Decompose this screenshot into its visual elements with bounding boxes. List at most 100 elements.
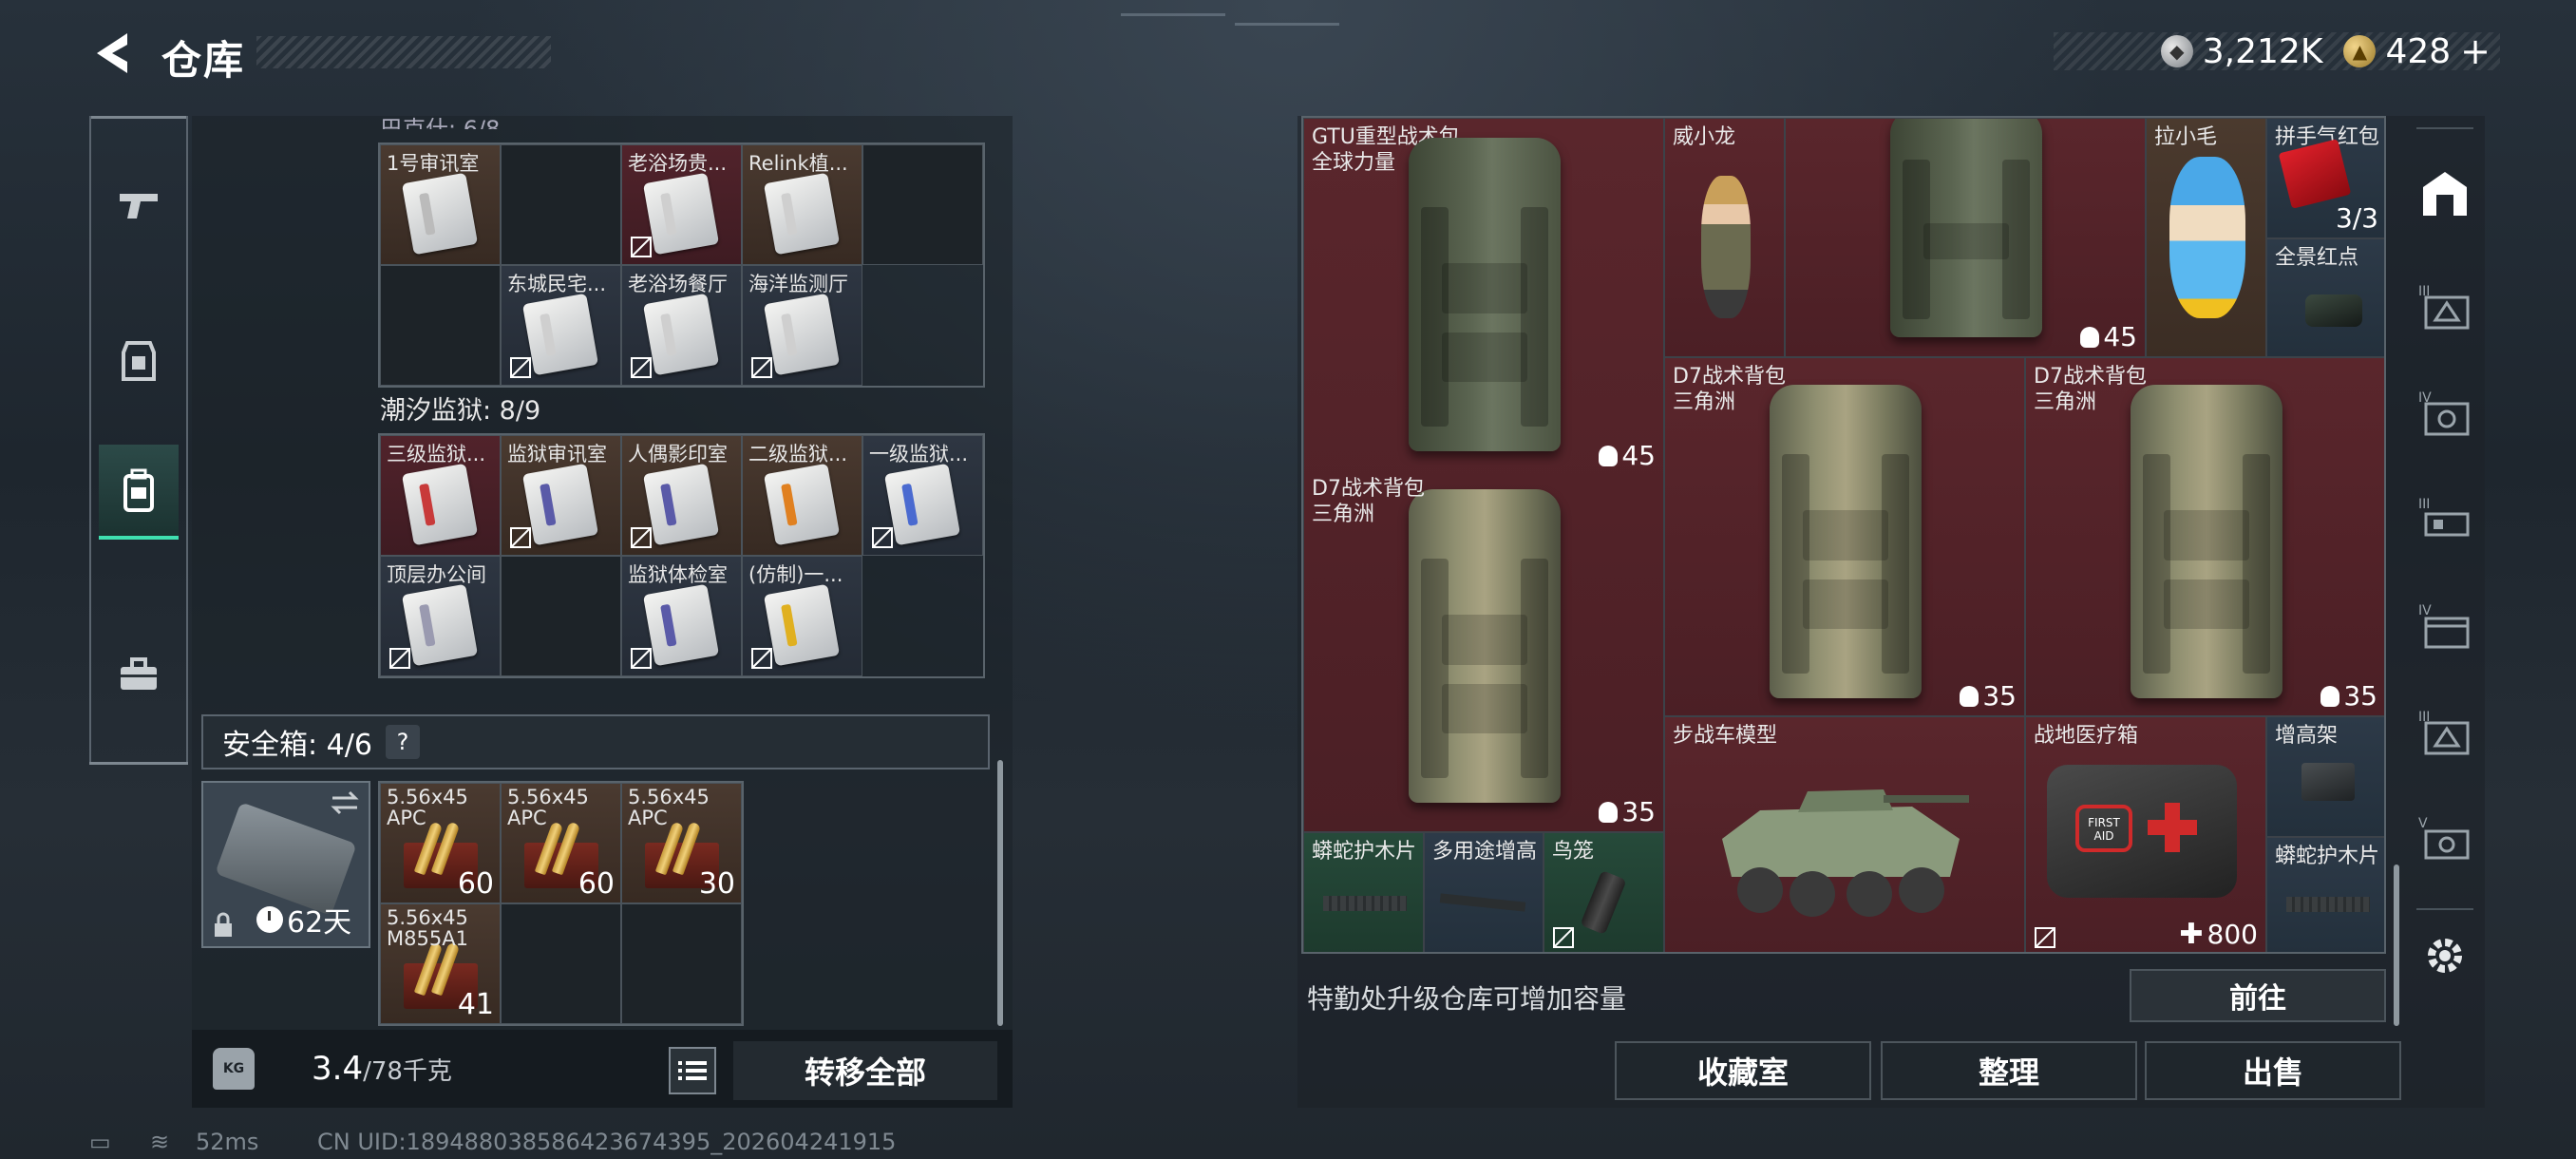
key-card-name: 1号审讯室: [387, 152, 480, 175]
weight-value: 3.4: [312, 1050, 364, 1088]
item-qty: 35: [2320, 680, 2377, 712]
nav-armor-tab[interactable]: [99, 314, 179, 408]
item-d7-backpack[interactable]: D7战术背包 三角洲 35: [2025, 357, 2384, 716]
handguard-icon: [1323, 896, 1407, 911]
stash-tab-main[interactable]: [2407, 156, 2483, 232]
item-doll-laxiaomao[interactable]: 拉小毛: [2146, 118, 2266, 357]
ammo-slot[interactable]: 5.56x45 APC 30: [621, 783, 742, 903]
item-qty: ✚ 800: [2179, 918, 2258, 951]
goto-button[interactable]: 前往: [2130, 969, 2386, 1022]
help-button[interactable]: ?: [385, 725, 420, 759]
key-card-slot[interactable]: (仿制)一...: [742, 556, 862, 676]
battery-icon: ▭: [89, 1129, 111, 1155]
ammo-name: 5.56x45 APC: [628, 787, 710, 828]
nav-backpack-tab[interactable]: [99, 445, 179, 540]
item-python-handguard[interactable]: 蟒蛇护木片: [2266, 837, 2384, 952]
silver-currency[interactable]: ◆ 3,212K: [2160, 32, 2322, 71]
key-card-slot[interactable]: 老浴场贵...: [621, 144, 742, 265]
safe-box-container[interactable]: 62天: [201, 781, 370, 948]
key-card-name: 老浴场餐厅: [628, 273, 728, 295]
item-name: 多用途增高: [1432, 840, 1538, 864]
key-card-slot[interactable]: 一级监狱...: [862, 435, 983, 556]
settings-button[interactable]: [2407, 918, 2483, 994]
item-gtu-backpack-2[interactable]: 45: [1785, 118, 2146, 357]
sell-button[interactable]: 出售: [2145, 1041, 2401, 1100]
item-gtu-backpack[interactable]: GTU重型战术包 全球力量 45 D7战术背包 三角洲 35: [1303, 118, 1664, 832]
d7-backpack-icon: [2131, 385, 2282, 698]
prison-key-grid: 三级监狱... 监狱审讯室 人偶影印室 二级监狱... 一级监狱... 顶层办公间 监狱体检…: [378, 433, 985, 678]
stash-tab-iv-b[interactable]: IV: [2407, 589, 2483, 665]
key-card-name: Relink植...: [748, 152, 848, 175]
back-button[interactable]: [87, 27, 135, 80]
item-multi-riser[interactable]: 多用途增高: [1424, 832, 1544, 952]
uid-readout: CN UID:189488038586423674395_20260424191…: [317, 1129, 897, 1155]
ammo-slot[interactable]: 5.56x45 APC 60: [501, 783, 621, 903]
key-card-slot[interactable]: 海洋监测厅: [742, 265, 862, 386]
stash-tab-iii-b[interactable]: III: [2407, 483, 2483, 559]
key-card-icon: [763, 293, 841, 376]
safe-box-label: 安全箱: 4/6: [222, 729, 372, 762]
stash-tab-v[interactable]: V: [2407, 802, 2483, 878]
item-red-packet[interactable]: 拼手气红包 3/3: [2266, 118, 2384, 238]
page-title: 仓库: [161, 37, 246, 84]
key-card-slot[interactable]: 老浴场餐厅: [621, 265, 742, 386]
item-name: 全景红点: [2275, 246, 2359, 270]
ammo-slot[interactable]: 5.56x45 APC 60: [380, 783, 501, 903]
key-card-slot[interactable]: 二级监狱...: [742, 435, 862, 556]
key-card-slot[interactable]: 东城民宅...: [501, 265, 621, 386]
item-field-medkit[interactable]: 战地医疗箱 FIRST AID ✚ 800: [2025, 716, 2266, 952]
item-ifv-model[interactable]: 步战车模型: [1664, 716, 2025, 952]
key-card-slot[interactable]: 顶层办公间: [380, 556, 501, 676]
key-card-slot[interactable]: 1号审讯室: [380, 144, 501, 265]
key-card-slot[interactable]: 监狱审讯室: [501, 435, 621, 556]
gold-currency[interactable]: ▲ 428 +: [2343, 30, 2491, 72]
swap-icon[interactable]: [329, 788, 361, 817]
left-scrollbar[interactable]: [997, 760, 1003, 1026]
stash-tabs: III IV III IV III V: [2407, 127, 2483, 1058]
item-doll-weixiaolong[interactable]: 威小龙: [1664, 118, 1785, 357]
ammo-slot[interactable]: 5.56x45 M855A1 41: [380, 903, 501, 1024]
stash-tab-iv[interactable]: IV: [2407, 376, 2483, 452]
no-sell-icon: [872, 527, 893, 548]
key-card-slot[interactable]: 监狱体检室: [621, 556, 742, 676]
stash-scrollbar[interactable]: [2394, 864, 2399, 1026]
sort-button[interactable]: 整理: [1881, 1041, 2137, 1100]
collection-room-button[interactable]: 收藏室: [1615, 1041, 1871, 1100]
list-view-button[interactable]: [669, 1047, 716, 1094]
no-sell-icon: [631, 527, 652, 548]
empty-slot: [621, 903, 742, 1024]
key-card-icon: [642, 172, 720, 256]
item-python-handguard[interactable]: 蟒蛇护木片: [1303, 832, 1424, 952]
item-birdcage[interactable]: 鸟笼: [1544, 832, 1664, 952]
transfer-all-button[interactable]: 转移全部: [733, 1041, 997, 1100]
key-card-icon: [642, 583, 720, 667]
stash-tab-iii[interactable]: III: [2407, 270, 2483, 346]
key-card-slot[interactable]: 人偶影印室: [621, 435, 742, 556]
item-d7-backpack[interactable]: D7战术背包 三角洲 35: [1664, 357, 2025, 716]
nav-toolbox-tab[interactable]: [99, 627, 179, 722]
currency-bar[interactable]: ◆ 3,212K ▲ 428 +: [2054, 30, 2500, 72]
handguard-icon: [2286, 897, 2370, 912]
stash-tab-iii-c[interactable]: III: [2407, 695, 2483, 771]
skull-icon: [2080, 326, 2100, 348]
item-qty: 35: [1599, 796, 1656, 827]
stash-grid: GTU重型战术包 全球力量 45 D7战术背包 三角洲 35 威小龙 45 拉小毛 …: [1301, 116, 2386, 954]
safe-duration: 62天: [256, 899, 351, 940]
riser-icon: [2301, 763, 2355, 801]
ammo-name: 5.56x45 M855A1: [387, 907, 468, 949]
item-name: 战地医疗箱: [2034, 724, 2139, 748]
nav-gun-tab[interactable]: [99, 158, 179, 253]
item-qty: 45: [2080, 321, 2137, 352]
key-card-slot[interactable]: Relink植...: [742, 144, 862, 265]
item-panorama-sight[interactable]: 全景红点: [2266, 238, 2384, 357]
item-riser[interactable]: 增高架: [2266, 716, 2384, 837]
key-card-icon: [642, 463, 720, 546]
doll-figure-icon: [1701, 176, 1751, 318]
add-currency-button[interactable]: +: [2460, 30, 2491, 72]
key-card-slot[interactable]: 三级监狱...: [380, 435, 501, 556]
stash-tab-iv-b-icon: IV: [2418, 603, 2470, 649]
gold-amount: 428: [2385, 31, 2452, 71]
item-name: 拉小毛: [2154, 125, 2218, 149]
item-qty: 45: [1599, 440, 1656, 471]
bg-light-streak: [1121, 13, 1225, 16]
